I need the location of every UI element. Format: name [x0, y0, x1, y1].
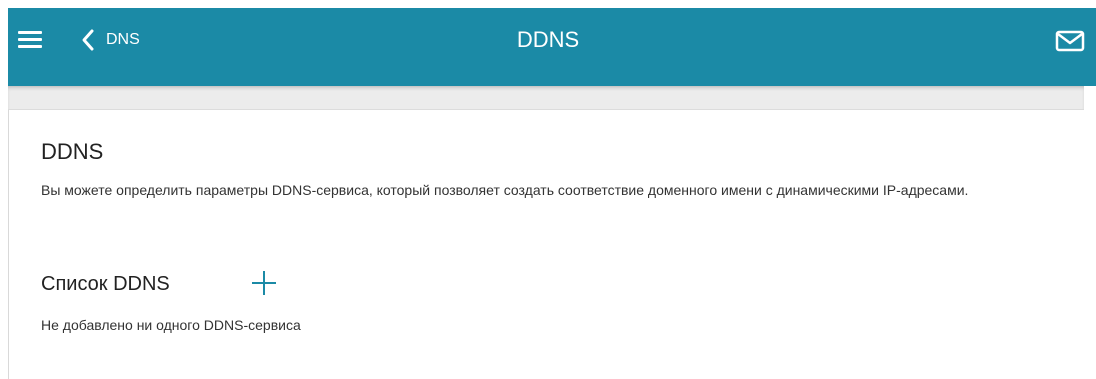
- section-title: DDNS: [41, 139, 104, 164]
- empty-list-message: Не добавлено ни одного DDNS-сервиса: [41, 317, 301, 333]
- page-title: DDNS: [516, 27, 580, 52]
- header-subbar: [8, 86, 1084, 110]
- add-ddns-button[interactable]: [251, 270, 277, 296]
- mail-icon[interactable]: [1055, 30, 1085, 52]
- section-description: Вы можете определить параметры DDNS-серв…: [41, 182, 969, 198]
- ddns-list-title: Список DDNS: [41, 273, 170, 295]
